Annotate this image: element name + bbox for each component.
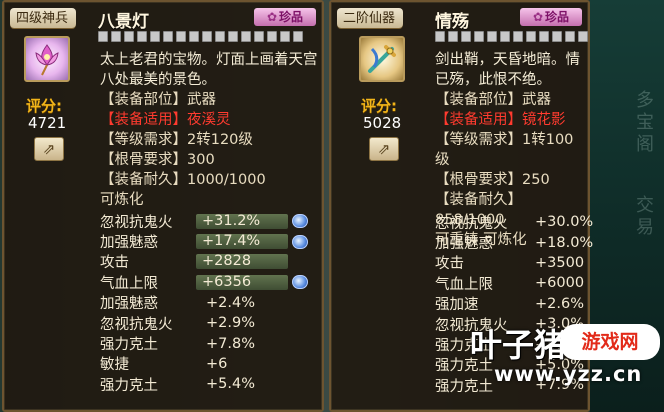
item-name: 情殇: [435, 12, 469, 32]
stat-row: 强力克土 +5.4%: [100, 376, 255, 394]
stat-row: 气血上限 +6356: [100, 272, 308, 292]
gem-slot: [565, 31, 575, 42]
gem-slot: [189, 31, 199, 42]
share-button[interactable]: ⇗: [369, 137, 399, 161]
sword-weapon-icon[interactable]: [359, 36, 405, 82]
info-row: 【等级需求】2转120级: [100, 132, 253, 148]
item-description: 太上老君的宝物。灯面上画着天宫八处最美的景色。: [100, 52, 318, 88]
gem-slot: [163, 31, 173, 42]
gem-slot: [461, 31, 471, 42]
gem-slot: [578, 31, 588, 42]
gem-slot: [124, 31, 134, 42]
stat-row: 攻击 +3500: [435, 254, 585, 273]
refined-stat-bar: +6356: [196, 274, 288, 290]
gem-slot: [137, 31, 147, 42]
gem-slot: [487, 31, 497, 42]
stat-row: 忽视抗鬼火 +2.9%: [100, 315, 255, 333]
item-description: 剑出鞘，天昏地暗。情已殇，此恨不绝。: [435, 52, 580, 88]
stat-row: 攻击 +2828: [100, 252, 308, 272]
gem-slots: [435, 31, 588, 42]
refine-orb-icon: [292, 275, 308, 290]
item-tooltip-left: 四级神兵 八景灯 珍品 评分: 4721 ⇗ 太上老君的宝物。灯面上画着天宫八处…: [2, 0, 324, 412]
gem-slot: [435, 31, 445, 42]
lantern-weapon-icon[interactable]: [24, 36, 70, 82]
score-value: 4721: [28, 114, 67, 132]
gem-slot: [98, 31, 108, 42]
item-grade-tag: 四级神兵: [10, 8, 77, 28]
share-icon: ⇗: [42, 140, 56, 158]
gem-slot: [526, 31, 536, 42]
info-row: 【装备部位】武器: [435, 92, 551, 108]
info-row: 【根骨要求】250: [435, 172, 550, 188]
refine-orb-icon: [292, 234, 308, 249]
stat-row: 加强魅惑 +18.0%: [435, 234, 594, 253]
rarity-badge: 珍品: [254, 8, 316, 26]
gem-slot: [202, 31, 212, 42]
info-row: 【根骨要求】300: [100, 152, 215, 168]
stat-row: 忽视抗鬼火 +30.0%: [435, 214, 594, 232]
info-row-suitable: 【装备适用】镜花影: [435, 112, 566, 128]
info-row: 【装备部位】武器: [100, 92, 216, 108]
score-label: 评分:: [361, 97, 397, 115]
rarity-badge: 珍品: [520, 8, 582, 26]
stat-row: 气血上限 +6000: [435, 275, 585, 293]
stat-row: 加强魅惑 +17.4%: [100, 231, 308, 251]
gem-slot: [228, 31, 238, 42]
item-grade-tag: 二阶仙器: [337, 8, 404, 28]
watermark-url: www.yzz.cn: [494, 362, 643, 386]
refined-stat-bar: +17.4%: [196, 234, 288, 250]
watermark-brand: 叶子猪: [470, 326, 567, 364]
gem-slot: [513, 31, 523, 42]
stat-row: 强力克土 +7.8%: [100, 335, 255, 354]
stat-row: 敏捷 +6: [100, 355, 228, 374]
gem-slot: [539, 31, 549, 42]
info-row: 【等级需求】1转100级: [435, 132, 574, 168]
refine-orb-icon: [292, 214, 308, 229]
gem-slot: [267, 31, 277, 42]
gem-slot: [150, 31, 160, 42]
watermark-badge: 游戏网: [560, 324, 660, 360]
gem-slot: [111, 31, 121, 42]
stat-row: 加强魅惑 +2.4%: [100, 294, 255, 313]
score-value: 5028: [363, 114, 402, 132]
gem-slot: [500, 31, 510, 42]
refine-label: 可炼化: [100, 192, 144, 208]
ghost-label: 交易: [633, 195, 654, 239]
refined-stat-bar: +2828: [196, 254, 288, 270]
gem-slot: [241, 31, 251, 42]
item-info-left: 太上老君的宝物。灯面上画着天宫八处最美的景色。 【装备部位】武器 【装备适用】夜…: [100, 50, 318, 210]
site-watermark: 叶子猪 游戏网 www.yzz.cn: [470, 320, 660, 406]
lotus-lantern-icon: [35, 44, 59, 76]
gem-slots: [98, 31, 303, 42]
share-button[interactable]: ⇗: [34, 137, 64, 161]
stat-row: 强加速 +2.6%: [435, 295, 584, 314]
info-row: 【装备耐久】1000/1000: [100, 172, 266, 188]
gem-slot: [293, 31, 303, 42]
gem-slot: [280, 31, 290, 42]
gem-slot: [176, 31, 186, 42]
refined-stat-bar: +31.2%: [196, 213, 288, 229]
stat-row: 忽视抗鬼火 +31.2%: [100, 211, 308, 231]
stat-list-left: 忽视抗鬼火 +31.2% 加强魅惑 +17.4% 攻击 +2828 气血上限 +6356…: [100, 211, 308, 395]
item-name: 八景灯: [98, 12, 149, 32]
gem-slot: [552, 31, 562, 42]
gem-slot: [254, 31, 264, 42]
gem-slot: [474, 31, 484, 42]
gem-slot: [215, 31, 225, 42]
info-row-suitable: 【装备适用】夜溪灵: [100, 112, 231, 128]
ghost-label: 多宝阁: [633, 90, 654, 156]
jade-sword-icon: [368, 45, 396, 73]
share-icon: ⇗: [377, 140, 391, 158]
gem-slot: [448, 31, 458, 42]
score-label: 评分:: [26, 97, 62, 115]
